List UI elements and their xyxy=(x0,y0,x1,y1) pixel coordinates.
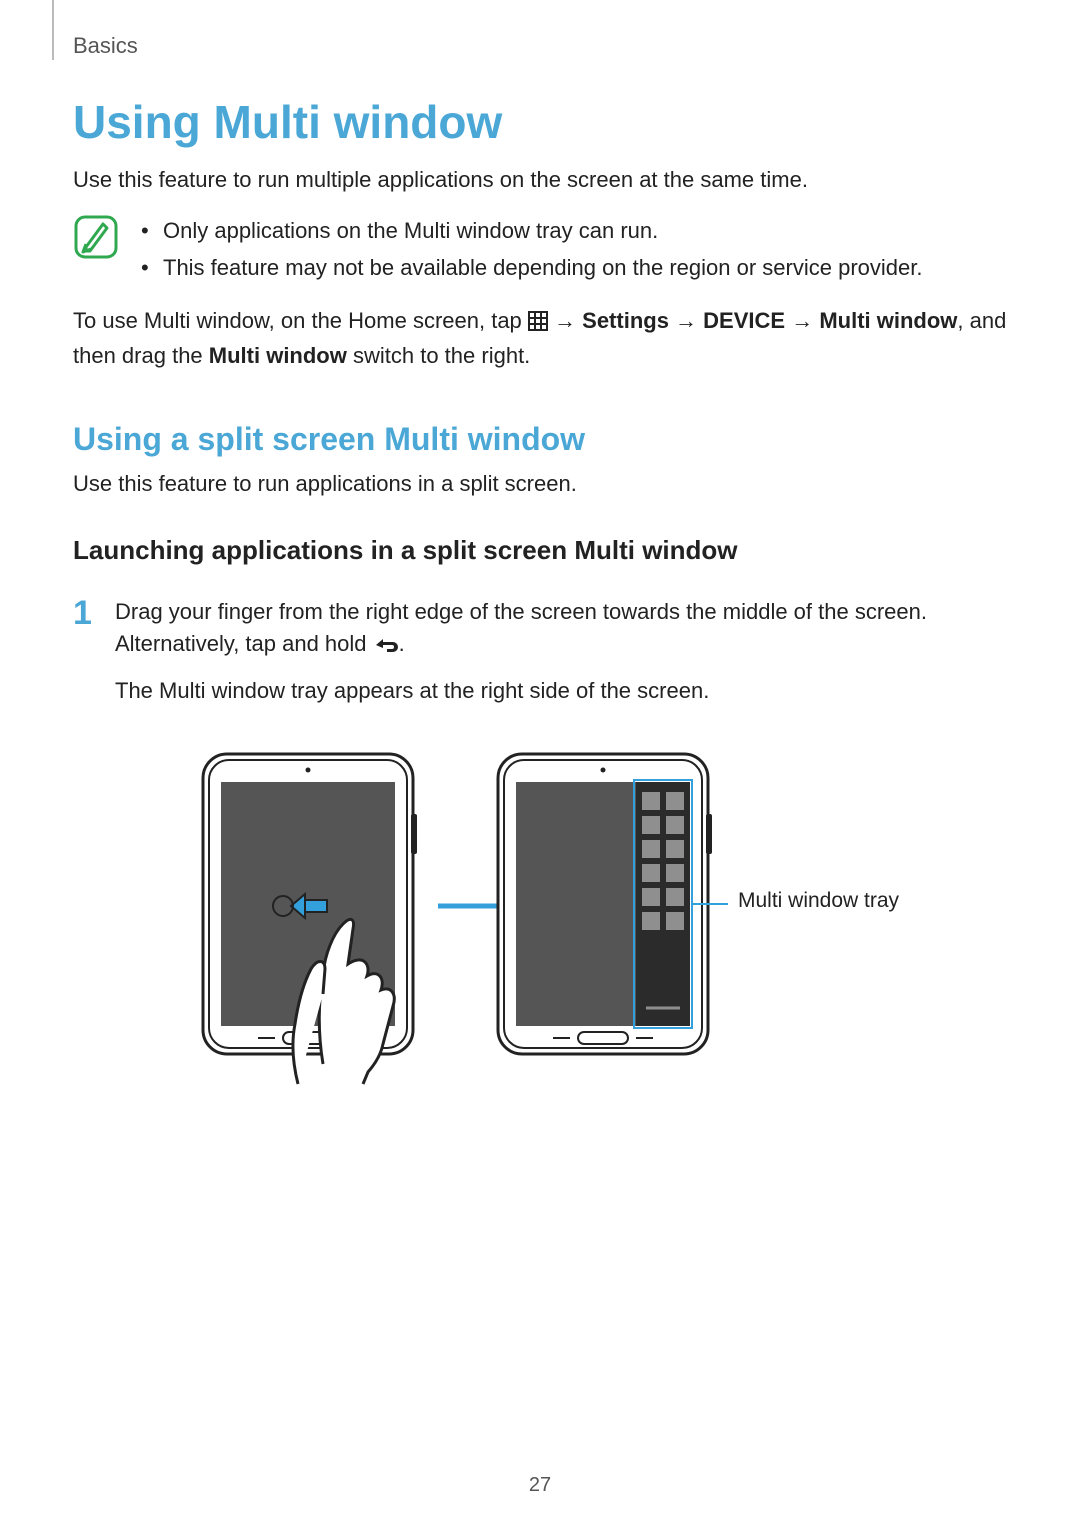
figure: Multi window tray xyxy=(73,749,1013,1089)
arrow-1: → xyxy=(548,308,582,333)
step-text-1b: . xyxy=(399,631,405,656)
device-label: DEVICE xyxy=(703,308,785,333)
step-number: 1 xyxy=(73,596,93,630)
section-heading: Using a split screen Multi window xyxy=(73,421,1013,458)
step-text-1: Drag your finger from the right edge of … xyxy=(115,596,1013,663)
arrow-2: → xyxy=(669,308,703,333)
back-icon xyxy=(373,631,399,663)
section-subtext: Use this feature to run applications in … xyxy=(73,468,1013,500)
multi-label: Multi window xyxy=(819,308,957,333)
subsection-heading: Launching applications in a split screen… xyxy=(73,535,1013,566)
instruction-post: switch to the right. xyxy=(347,343,530,368)
page-title: Using Multi window xyxy=(73,95,1013,149)
breadcrumb: Basics xyxy=(73,33,138,59)
step-text-2: The Multi window tray appears at the rig… xyxy=(115,675,1013,707)
callout-label: Multi window tray xyxy=(738,887,899,914)
instruction-pre: To use Multi window, on the Home screen,… xyxy=(73,308,528,333)
note-item: Only applications on the Multi window tr… xyxy=(141,212,922,249)
settings-label: Settings xyxy=(582,308,669,333)
multi-label-2: Multi window xyxy=(209,343,347,368)
arrow-3: → xyxy=(785,308,819,333)
note-list: Only applications on the Multi window tr… xyxy=(141,212,922,287)
intro-text: Use this feature to run multiple applica… xyxy=(73,164,1013,196)
instruction-text: To use Multi window, on the Home screen,… xyxy=(73,305,1013,372)
page-number: 27 xyxy=(0,1474,1080,1497)
step-text-1a: Drag your finger from the right edge of … xyxy=(115,599,927,656)
note-item: This feature may not be available depend… xyxy=(141,249,922,286)
note-icon xyxy=(73,214,119,265)
header-rule xyxy=(52,0,54,60)
apps-grid-icon xyxy=(528,308,548,340)
